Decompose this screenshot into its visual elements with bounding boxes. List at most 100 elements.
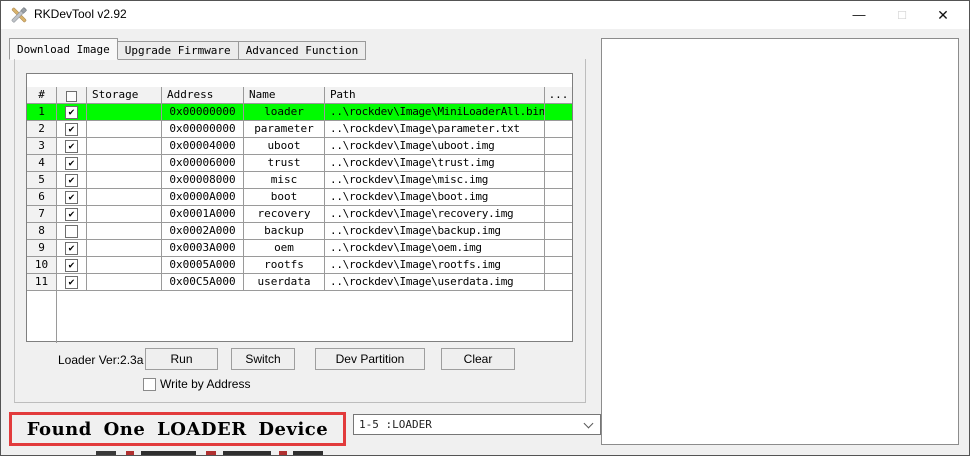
- write-by-address-checkbox[interactable]: [143, 378, 156, 391]
- cell-address: 0x0003A000: [162, 240, 244, 257]
- cell-name: userdata: [244, 274, 325, 291]
- row-number: 1: [27, 104, 57, 121]
- cell-storage: [87, 189, 162, 206]
- minimize-button[interactable]: —: [839, 1, 879, 29]
- row-checkbox[interactable]: ✔: [65, 123, 78, 136]
- row-number: 10: [27, 257, 57, 274]
- cell-name: boot: [244, 189, 325, 206]
- table-empty-area: [27, 291, 572, 343]
- row-checkbox-cell: ✔: [57, 172, 87, 189]
- cell-name: backup: [244, 223, 325, 240]
- header-checkbox[interactable]: [66, 91, 77, 102]
- cell-storage: [87, 274, 162, 291]
- table-row[interactable]: 10✔0x0005A000rootfs..\rockdev\Image\root…: [27, 257, 572, 274]
- cell-address: 0x00006000: [162, 155, 244, 172]
- crossed-tools-app-icon: [11, 7, 27, 23]
- maximize-button[interactable]: □: [882, 1, 922, 29]
- row-checkbox[interactable]: ✔: [65, 191, 78, 204]
- clear-button[interactable]: Clear: [441, 348, 515, 370]
- cell-address: 0x0000A000: [162, 189, 244, 206]
- switch-button[interactable]: Switch: [231, 348, 295, 370]
- table-row[interactable]: 5✔0x00008000misc..\rockdev\Image\misc.im…: [27, 172, 572, 189]
- table-row[interactable]: 11 ✔ 0x00C5A000userdata..\rockdev\Image\us…: [27, 274, 572, 291]
- cell-path: ..\rockdev\Image\recovery.img: [325, 206, 545, 223]
- run-button[interactable]: Run: [145, 348, 218, 370]
- row-checkbox-cell: ✔: [57, 206, 87, 223]
- row-checkbox-cell: ✔: [57, 189, 87, 206]
- cell-name: recovery: [244, 206, 325, 223]
- row-checkbox-cell: ✔: [57, 240, 87, 257]
- header-extra: ...: [545, 87, 572, 104]
- cell-path: ..\rockdev\Image\rootfs.img: [325, 257, 545, 274]
- device-select-dropdown[interactable]: 1-5 :LOADER: [353, 414, 601, 435]
- write-by-address-control[interactable]: Write by Address: [143, 377, 250, 391]
- row-checkbox[interactable]: ✔: [65, 106, 78, 119]
- cell-address: 0x00008000: [162, 172, 244, 189]
- row-number: 5: [27, 172, 57, 189]
- titlebar: RKDevTool v2.92 — □ ✕: [1, 1, 969, 29]
- row-checkbox[interactable]: ✔: [65, 140, 78, 153]
- tab-upgrade-firmware[interactable]: Upgrade Firmware: [118, 41, 239, 60]
- chevron-down-icon: [584, 419, 594, 429]
- cell-extra: [545, 155, 572, 172]
- row-number: 11: [27, 274, 57, 291]
- close-button[interactable]: ✕: [923, 1, 963, 29]
- table-row[interactable]: 7✔0x0001A000recovery..\rockdev\Image\rec…: [27, 206, 572, 223]
- cell-extra: [545, 240, 572, 257]
- cell-path: ..\rockdev\Image\backup.img: [325, 223, 545, 240]
- cell-extra: [545, 206, 572, 223]
- table-row[interactable]: 2✔0x00000000parameter..\rockdev\Image\pa…: [27, 121, 572, 138]
- row-checkbox[interactable]: ✔: [65, 242, 78, 255]
- row-number: 8: [27, 223, 57, 240]
- row-checkbox[interactable]: ✔: [65, 174, 78, 187]
- log-panel: [601, 38, 959, 445]
- cell-storage: [87, 206, 162, 223]
- window-title: RKDevTool v2.92: [34, 7, 127, 21]
- cell-storage: [87, 257, 162, 274]
- row-number: 3: [27, 138, 57, 155]
- header-name: Name: [244, 87, 325, 104]
- row-checkbox[interactable]: [65, 225, 78, 238]
- row-checkbox[interactable]: ✔: [65, 157, 78, 170]
- row-checkbox[interactable]: ✔: [65, 208, 78, 221]
- device-select-value: 1-5 :LOADER: [359, 418, 432, 431]
- clipped-bottom-text: [1, 450, 421, 456]
- cell-path: ..\rockdev\Image\boot.img: [325, 189, 545, 206]
- cell-path: ..\rockdev\Image\oem.img: [325, 240, 545, 257]
- row-number: 4: [27, 155, 57, 172]
- cell-address: 0x00004000: [162, 138, 244, 155]
- table-row[interactable]: 80x0002A000backup..\rockdev\Image\backup…: [27, 223, 572, 240]
- table-body: 1✔0x00000000loader..\rockdev\Image\MiniL…: [27, 104, 572, 291]
- row-checkbox[interactable]: ✔: [65, 276, 78, 289]
- cell-extra: [545, 274, 572, 291]
- tab-download-image[interactable]: Download Image: [9, 38, 118, 60]
- row-number: 7: [27, 206, 57, 223]
- row-checkbox[interactable]: ✔: [65, 259, 78, 272]
- row-number: 6: [27, 189, 57, 206]
- dev-partition-button[interactable]: Dev Partition: [315, 348, 425, 370]
- table-row[interactable]: 1✔0x00000000loader..\rockdev\Image\MiniL…: [27, 104, 572, 121]
- table-row[interactable]: 6 ✔ 0x0000A000boot..\rockdev\Image\boot.im…: [27, 189, 572, 206]
- table-row[interactable]: 4✔0x00006000trust..\rockdev\Image\trust.…: [27, 155, 572, 172]
- partition-table: # Storage Address Name Path ... 1✔0x0000…: [26, 73, 573, 342]
- cell-name: parameter: [244, 121, 325, 138]
- cell-address: 0x00C5A000: [162, 274, 244, 291]
- cell-extra: [545, 172, 572, 189]
- table-row[interactable]: 3✔0x00004000uboot..\rockdev\Image\uboot.…: [27, 138, 572, 155]
- row-checkbox-cell: ✔: [57, 274, 87, 291]
- row-checkbox-cell: ✔: [57, 155, 87, 172]
- cell-storage: [87, 138, 162, 155]
- write-by-address-label: Write by Address: [160, 377, 250, 391]
- row-checkbox-cell: [57, 223, 87, 240]
- cell-path: ..\rockdev\Image\userdata.img: [325, 274, 545, 291]
- rkdevtool-window: RKDevTool v2.92 — □ ✕ Download Image Upg…: [0, 0, 970, 456]
- row-checkbox-cell: ✔: [57, 121, 87, 138]
- cell-name: oem: [244, 240, 325, 257]
- cell-path: ..\rockdev\Image\uboot.img: [325, 138, 545, 155]
- tab-advanced-function[interactable]: Advanced Function: [239, 41, 367, 60]
- row-number: 9: [27, 240, 57, 257]
- table-row[interactable]: 9 ✔ 0x0003A000oem..\rockdev\Image\oem.img: [27, 240, 572, 257]
- header-num: #: [27, 87, 57, 104]
- cell-path: ..\rockdev\Image\parameter.txt: [325, 121, 545, 138]
- device-status-box: Found One LOADER Device: [9, 412, 346, 446]
